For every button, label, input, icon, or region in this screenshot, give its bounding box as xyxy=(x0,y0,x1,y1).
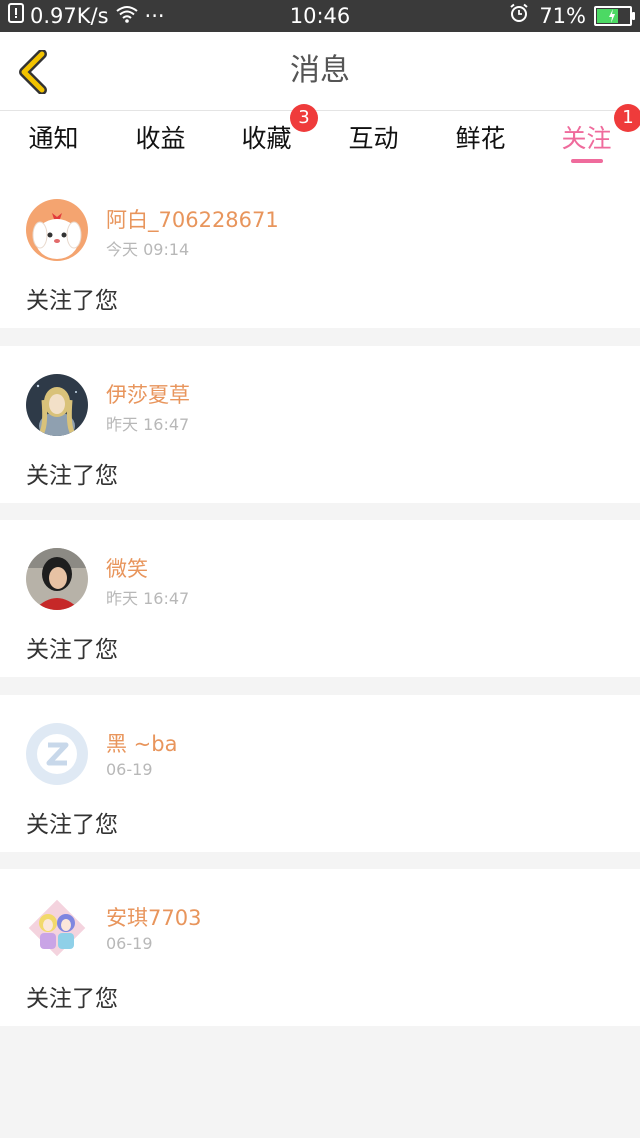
list-item[interactable]: 微笑 昨天 16:47 关注了您 xyxy=(0,520,640,677)
message-text: 关注了您 xyxy=(26,986,118,1012)
list-item[interactable]: 伊莎夏草 昨天 16:47 关注了您 xyxy=(0,346,640,503)
more-dots: ··· xyxy=(144,4,165,28)
tab-badge: 3 xyxy=(290,104,318,132)
tab-label: 关注 xyxy=(561,124,612,153)
default-z-avatar[interactable] xyxy=(26,723,88,785)
tab-label: 通知 xyxy=(28,124,79,153)
header-bar: 消息 xyxy=(0,32,640,111)
network-speed: 0.97K/s xyxy=(30,4,109,28)
tab-follows[interactable]: 关注 1 xyxy=(533,104,640,171)
chevron-left-icon xyxy=(19,49,47,95)
sim-icon xyxy=(8,0,24,32)
status-left: 0.97K/s ··· xyxy=(8,0,165,32)
tab-label: 收益 xyxy=(135,124,186,153)
back-button[interactable] xyxy=(14,49,54,95)
tab-label: 收藏 xyxy=(241,124,292,153)
tab-label: 鲜花 xyxy=(455,124,506,153)
tab-interactions[interactable]: 互动 xyxy=(320,111,427,171)
timestamp: 昨天 16:47 xyxy=(106,589,190,608)
tab-flowers[interactable]: 鲜花 xyxy=(427,111,534,171)
battery-icon xyxy=(594,6,635,26)
message-text: 关注了您 xyxy=(26,288,118,314)
message-text: 关注了您 xyxy=(26,812,118,838)
active-tab-indicator xyxy=(570,159,603,163)
status-bar: 0.97K/s ··· 10:46 71% xyxy=(0,0,640,32)
puppy-avatar[interactable] xyxy=(26,199,88,261)
timestamp: 06-19 xyxy=(106,934,153,953)
list-item[interactable]: 黑 ~ba 06-19 关注了您 xyxy=(0,695,640,852)
tab-earnings[interactable]: 收益 xyxy=(107,111,214,171)
timestamp: 昨天 16:47 xyxy=(106,415,190,434)
timestamp: 06-19 xyxy=(106,760,153,779)
list-item[interactable]: 阿白_706228671 今天 09:14 关注了您 xyxy=(0,171,640,328)
tab-favorites[interactable]: 收藏 3 xyxy=(213,104,320,171)
username[interactable]: 黑 ~ba xyxy=(106,728,177,758)
photo-avatar[interactable] xyxy=(26,548,88,610)
message-text: 关注了您 xyxy=(26,463,118,489)
list-item[interactable]: 安琪7703 06-19 关注了您 xyxy=(0,869,640,1026)
tab-badge: 1 xyxy=(614,104,640,132)
alarm-icon xyxy=(509,0,529,32)
battery-percent: 71% xyxy=(539,4,586,28)
tab-label: 互动 xyxy=(348,124,399,153)
status-right: 71% xyxy=(509,0,635,32)
anime-girl-avatar[interactable] xyxy=(26,374,88,436)
anime-pair-avatar[interactable] xyxy=(26,897,88,959)
wifi-icon xyxy=(115,0,139,32)
tab-bar: 通知 收益 收藏 3 互动 鲜花 关注 1 xyxy=(0,104,640,171)
page-title: 消息 xyxy=(290,53,350,88)
tab-notifications[interactable]: 通知 xyxy=(0,111,107,171)
message-text: 关注了您 xyxy=(26,637,118,663)
username[interactable]: 微笑 xyxy=(106,553,148,583)
username[interactable]: 伊莎夏草 xyxy=(106,379,190,409)
username[interactable]: 阿白_706228671 xyxy=(106,204,279,234)
username[interactable]: 安琪7703 xyxy=(106,902,201,932)
timestamp: 今天 09:14 xyxy=(106,240,190,259)
